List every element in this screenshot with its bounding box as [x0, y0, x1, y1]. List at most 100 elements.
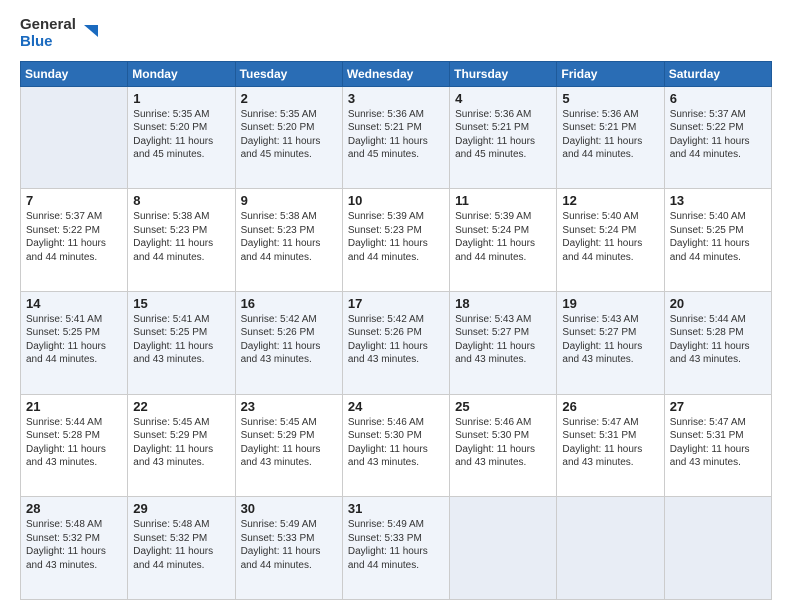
table-row: 6 Sunrise: 5:37 AM Sunset: 5:22 PM Dayli… — [664, 86, 771, 189]
daylight-line: Daylight: 11 hours and 43 minutes. — [133, 443, 229, 470]
sunrise-line: Sunrise: 5:36 AM — [348, 108, 444, 122]
sunset-line: Sunset: 5:26 PM — [241, 326, 337, 340]
sunset-line: Sunset: 5:20 PM — [241, 121, 337, 135]
sunset-line: Sunset: 5:22 PM — [26, 224, 122, 238]
sunset-line: Sunset: 5:33 PM — [348, 532, 444, 546]
sunset-line: Sunset: 5:22 PM — [670, 121, 766, 135]
sunrise-line: Sunrise: 5:41 AM — [133, 313, 229, 327]
daylight-line: Daylight: 11 hours and 44 minutes. — [133, 237, 229, 264]
day-number: 25 — [455, 399, 551, 414]
table-row: 1 Sunrise: 5:35 AM Sunset: 5:20 PM Dayli… — [128, 86, 235, 189]
table-row: 15 Sunrise: 5:41 AM Sunset: 5:25 PM Dayl… — [128, 291, 235, 394]
daylight-line: Daylight: 11 hours and 45 minutes. — [455, 135, 551, 162]
daylight-line: Daylight: 11 hours and 43 minutes. — [348, 443, 444, 470]
table-row: 4 Sunrise: 5:36 AM Sunset: 5:21 PM Dayli… — [450, 86, 557, 189]
table-row: 13 Sunrise: 5:40 AM Sunset: 5:25 PM Dayl… — [664, 189, 771, 292]
daylight-line: Daylight: 11 hours and 43 minutes. — [562, 443, 658, 470]
sunrise-line: Sunrise: 5:38 AM — [133, 210, 229, 224]
table-row: 22 Sunrise: 5:45 AM Sunset: 5:29 PM Dayl… — [128, 394, 235, 497]
daylight-line: Daylight: 11 hours and 45 minutes. — [241, 135, 337, 162]
daylight-line: Daylight: 11 hours and 44 minutes. — [670, 237, 766, 264]
sunset-line: Sunset: 5:20 PM — [133, 121, 229, 135]
table-row — [664, 497, 771, 600]
sunset-line: Sunset: 5:24 PM — [562, 224, 658, 238]
sunset-line: Sunset: 5:25 PM — [133, 326, 229, 340]
daylight-line: Daylight: 11 hours and 43 minutes. — [348, 340, 444, 367]
day-number: 12 — [562, 193, 658, 208]
day-number: 23 — [241, 399, 337, 414]
sunrise-line: Sunrise: 5:44 AM — [26, 416, 122, 430]
daylight-line: Daylight: 11 hours and 44 minutes. — [562, 135, 658, 162]
daylight-line: Daylight: 11 hours and 43 minutes. — [241, 443, 337, 470]
sunset-line: Sunset: 5:21 PM — [562, 121, 658, 135]
sunset-line: Sunset: 5:27 PM — [455, 326, 551, 340]
sunrise-line: Sunrise: 5:45 AM — [241, 416, 337, 430]
sunset-line: Sunset: 5:33 PM — [241, 532, 337, 546]
sunrise-line: Sunrise: 5:37 AM — [670, 108, 766, 122]
daylight-line: Daylight: 11 hours and 44 minutes. — [562, 237, 658, 264]
day-number: 15 — [133, 296, 229, 311]
sunrise-line: Sunrise: 5:48 AM — [133, 518, 229, 532]
daylight-line: Daylight: 11 hours and 43 minutes. — [562, 340, 658, 367]
day-number: 21 — [26, 399, 122, 414]
table-row: 17 Sunrise: 5:42 AM Sunset: 5:26 PM Dayl… — [342, 291, 449, 394]
table-row: 18 Sunrise: 5:43 AM Sunset: 5:27 PM Dayl… — [450, 291, 557, 394]
sunrise-line: Sunrise: 5:42 AM — [348, 313, 444, 327]
table-row: 31 Sunrise: 5:49 AM Sunset: 5:33 PM Dayl… — [342, 497, 449, 600]
sunrise-line: Sunrise: 5:46 AM — [348, 416, 444, 430]
sunrise-line: Sunrise: 5:39 AM — [455, 210, 551, 224]
day-number: 17 — [348, 296, 444, 311]
table-row — [557, 497, 664, 600]
daylight-line: Daylight: 11 hours and 44 minutes. — [348, 545, 444, 572]
table-row: 27 Sunrise: 5:47 AM Sunset: 5:31 PM Dayl… — [664, 394, 771, 497]
col-header-sunday: Sunday — [21, 61, 128, 86]
day-number: 20 — [670, 296, 766, 311]
sunset-line: Sunset: 5:32 PM — [26, 532, 122, 546]
col-header-wednesday: Wednesday — [342, 61, 449, 86]
page: General Blue SundayMondayTuesdayWednesda… — [0, 0, 792, 612]
sunrise-line: Sunrise: 5:40 AM — [562, 210, 658, 224]
daylight-line: Daylight: 11 hours and 44 minutes. — [670, 135, 766, 162]
day-number: 28 — [26, 501, 122, 516]
daylight-line: Daylight: 11 hours and 43 minutes. — [670, 443, 766, 470]
day-number: 16 — [241, 296, 337, 311]
table-row: 21 Sunrise: 5:44 AM Sunset: 5:28 PM Dayl… — [21, 394, 128, 497]
table-row: 23 Sunrise: 5:45 AM Sunset: 5:29 PM Dayl… — [235, 394, 342, 497]
logo-icon — [80, 23, 98, 43]
day-number: 24 — [348, 399, 444, 414]
sunrise-line: Sunrise: 5:41 AM — [26, 313, 122, 327]
table-row: 5 Sunrise: 5:36 AM Sunset: 5:21 PM Dayli… — [557, 86, 664, 189]
sunrise-line: Sunrise: 5:48 AM — [26, 518, 122, 532]
sunset-line: Sunset: 5:31 PM — [670, 429, 766, 443]
col-header-friday: Friday — [557, 61, 664, 86]
sunrise-line: Sunrise: 5:45 AM — [133, 416, 229, 430]
day-number: 18 — [455, 296, 551, 311]
table-row: 11 Sunrise: 5:39 AM Sunset: 5:24 PM Dayl… — [450, 189, 557, 292]
sunset-line: Sunset: 5:29 PM — [133, 429, 229, 443]
table-row: 24 Sunrise: 5:46 AM Sunset: 5:30 PM Dayl… — [342, 394, 449, 497]
table-row: 3 Sunrise: 5:36 AM Sunset: 5:21 PM Dayli… — [342, 86, 449, 189]
sunrise-line: Sunrise: 5:42 AM — [241, 313, 337, 327]
day-number: 29 — [133, 501, 229, 516]
table-row: 9 Sunrise: 5:38 AM Sunset: 5:23 PM Dayli… — [235, 189, 342, 292]
sunrise-line: Sunrise: 5:47 AM — [670, 416, 766, 430]
daylight-line: Daylight: 11 hours and 43 minutes. — [133, 340, 229, 367]
daylight-line: Daylight: 11 hours and 43 minutes. — [670, 340, 766, 367]
sunrise-line: Sunrise: 5:46 AM — [455, 416, 551, 430]
sunset-line: Sunset: 5:23 PM — [133, 224, 229, 238]
sunset-line: Sunset: 5:30 PM — [455, 429, 551, 443]
table-row: 7 Sunrise: 5:37 AM Sunset: 5:22 PM Dayli… — [21, 189, 128, 292]
day-number: 5 — [562, 91, 658, 106]
daylight-line: Daylight: 11 hours and 44 minutes. — [241, 545, 337, 572]
table-row: 12 Sunrise: 5:40 AM Sunset: 5:24 PM Dayl… — [557, 189, 664, 292]
sunset-line: Sunset: 5:29 PM — [241, 429, 337, 443]
daylight-line: Daylight: 11 hours and 45 minutes. — [348, 135, 444, 162]
day-number: 7 — [26, 193, 122, 208]
table-row: 14 Sunrise: 5:41 AM Sunset: 5:25 PM Dayl… — [21, 291, 128, 394]
day-number: 4 — [455, 91, 551, 106]
sunset-line: Sunset: 5:31 PM — [562, 429, 658, 443]
sunset-line: Sunset: 5:23 PM — [348, 224, 444, 238]
col-header-thursday: Thursday — [450, 61, 557, 86]
table-row — [21, 86, 128, 189]
col-header-monday: Monday — [128, 61, 235, 86]
